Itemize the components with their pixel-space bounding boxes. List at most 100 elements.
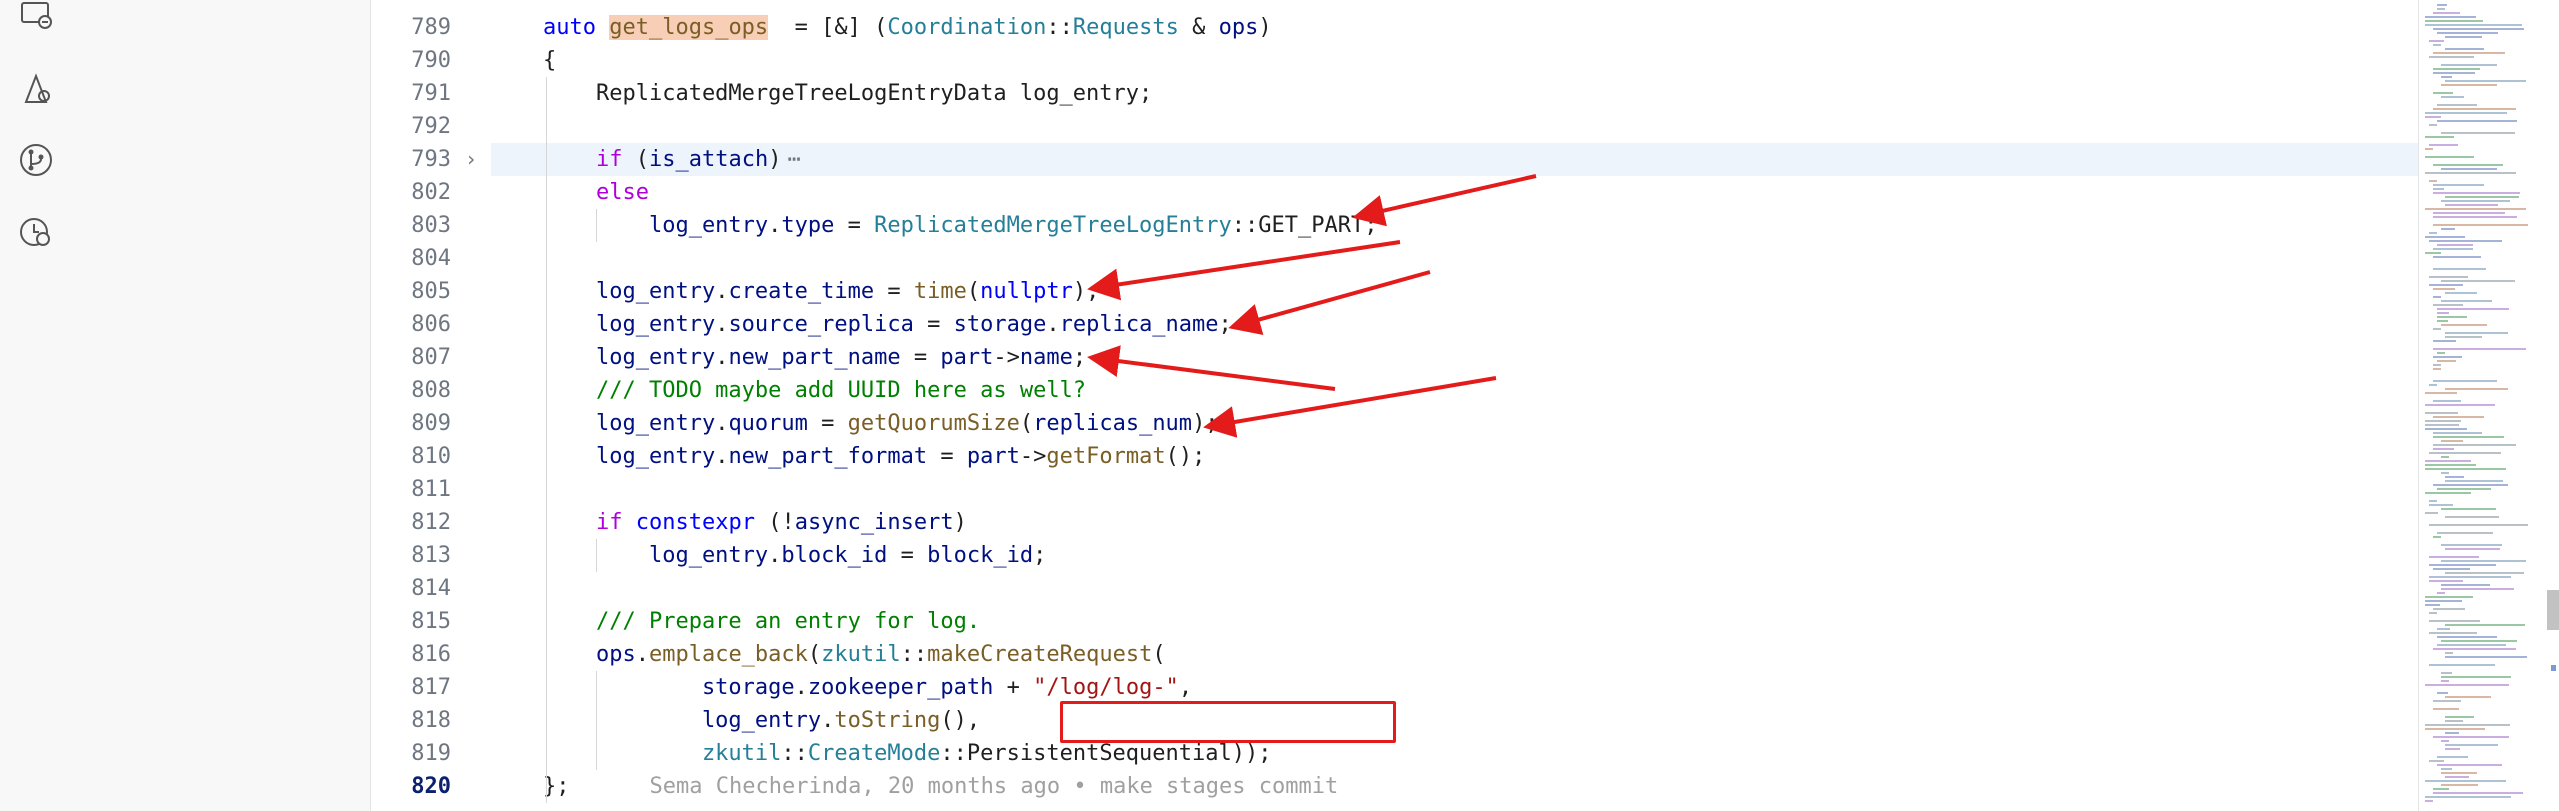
code-token: ( [1019, 411, 1034, 436]
minimap-line [2433, 792, 2523, 794]
code-line[interactable]: else [543, 176, 649, 209]
minimap-line [2425, 600, 2462, 602]
minimap-line [2433, 708, 2459, 710]
code-token: else [543, 180, 649, 205]
code-line[interactable]: /// TODO maybe add UUID here as well? [543, 374, 1086, 407]
minimap-line [2445, 336, 2482, 338]
minimap-line [2433, 108, 2516, 110]
code-line[interactable]: log_entry.new_part_format = part->getFor… [543, 440, 1205, 473]
minimap-line [2441, 680, 2449, 682]
minimap-line [2425, 512, 2438, 514]
minimap-line [2425, 208, 2526, 210]
minimap-line [2425, 252, 2441, 254]
minimap-line [2433, 184, 2484, 186]
code-token: create_time [728, 279, 875, 304]
minimap-line [2437, 360, 2456, 362]
code-line[interactable]: log_entry.new_part_name = part->name; [543, 341, 1086, 374]
code-token: ReplicatedMergeTreeLogEntry [874, 213, 1232, 238]
minimap-line [2425, 20, 2483, 22]
code-token: ( [807, 642, 822, 667]
minimap-line [2433, 700, 2461, 702]
minimap-line [2429, 504, 2453, 506]
code-token: nullptr [980, 279, 1073, 304]
minimap-line [2445, 652, 2453, 654]
code-token: toString [834, 708, 941, 733]
minimap-line [2429, 384, 2437, 386]
code-editor[interactable]: 789 790 791 792 › 793 802 803 804 805 806 807 808 809… [370, 0, 2419, 811]
code-token: time [913, 279, 967, 304]
code-line[interactable]: auto get_logs_ops = [&] (Coordination::R… [543, 11, 1272, 44]
code-line[interactable]: }; Sema Checherinda, 20 months ago • make… [543, 770, 1338, 803]
code-token: type [781, 213, 835, 238]
source-control-icon[interactable] [18, 142, 54, 178]
code-token: = [834, 213, 875, 238]
code-line[interactable]: log_entry.quorum = getQuorumSize(replica… [543, 407, 1219, 440]
minimap-line [2445, 748, 2460, 750]
minimap-line [2445, 36, 2482, 38]
minimap-line [2433, 52, 2505, 54]
code-line[interactable]: { [543, 44, 556, 77]
minimap-line [2437, 120, 2517, 122]
minimap-line [2437, 316, 2467, 318]
code-line[interactable]: log_entry.create_time = time(nullptr); [543, 275, 1099, 308]
code-token: log_entry [543, 543, 769, 568]
activity-bar [0, 0, 73, 811]
minimap-line [2441, 676, 2511, 678]
minimap-line [2437, 8, 2445, 10]
timeline-icon[interactable] [18, 214, 54, 250]
code-line[interactable]: storage.zookeeper_path + "/log/log-", [543, 671, 1192, 704]
code-token: auto [543, 15, 610, 40]
minimap-line [2433, 448, 2454, 450]
minimap-line [2433, 192, 2520, 194]
code-line[interactable]: if (is_attach) ⋯ [543, 143, 801, 176]
code-token: = [913, 312, 954, 337]
remote-explorer-icon[interactable] [18, 0, 54, 36]
minimap-line [2433, 432, 2482, 434]
code-token: replica_name [1059, 312, 1219, 337]
minimap-line [2429, 56, 2474, 58]
code-token: storage [543, 675, 795, 700]
fold-ellipsis[interactable]: ⋯ [787, 147, 800, 172]
code-line[interactable]: log_entry.source_replica = storage.repli… [543, 308, 1232, 341]
code-token: . [821, 708, 835, 733]
code-token: log_entry [543, 411, 716, 436]
minimap-line [2433, 416, 2484, 418]
code-token: log_entry [543, 279, 716, 304]
minimap-line [2425, 724, 2510, 726]
code-token: log_entry [543, 213, 769, 238]
code-line[interactable]: /// Prepare an entry for log. [543, 605, 980, 638]
minimap-line [2429, 232, 2437, 234]
minimap-line [2429, 40, 2444, 42]
code-line[interactable]: if constexpr (!async_insert) [543, 506, 967, 539]
code-token: . [715, 444, 729, 469]
code-area[interactable]: auto get_logs_ops = [&] (Coordination::R… [371, 0, 2419, 811]
code-token: = [927, 444, 967, 469]
minimap-line [2445, 696, 2491, 698]
code-line[interactable]: ReplicatedMergeTreeLogEntryData log_entr… [543, 77, 1152, 110]
code-line[interactable]: log_entry.block_id = block_id; [543, 539, 1046, 572]
minimap-line [2433, 188, 2444, 190]
code-token: getFormat [1046, 444, 1166, 469]
code-line[interactable]: log_entry.type = ReplicatedMergeTreeLogE… [543, 209, 1378, 242]
minimap-line [2429, 664, 2495, 666]
minimap-line [2429, 556, 2479, 558]
code-token: part [940, 345, 994, 370]
code-line[interactable]: log_entry.toString(), [543, 704, 980, 737]
minimap-line [2433, 648, 2516, 650]
minimap-line [2425, 404, 2495, 406]
minimap-line [2441, 640, 2517, 642]
minimap-line [2429, 632, 2477, 634]
minimap-marker [2551, 665, 2556, 671]
minimap-line [2425, 148, 2433, 150]
minimap-line [2429, 620, 2480, 622]
code-token: Coordination [887, 15, 1047, 40]
minimap-line [2429, 760, 2444, 762]
code-line[interactable]: ops.emplace_back(zkutil::makeCreateReque… [543, 638, 1166, 671]
run-debug-icon[interactable] [18, 72, 54, 108]
minimap-line [2441, 440, 2463, 442]
code-token: ); [1072, 279, 1100, 304]
minimap-scroll-slider[interactable] [2547, 590, 2559, 630]
code-token: :: [781, 741, 808, 766]
indent-guide [596, 209, 597, 242]
minimap[interactable] [2418, 0, 2559, 811]
